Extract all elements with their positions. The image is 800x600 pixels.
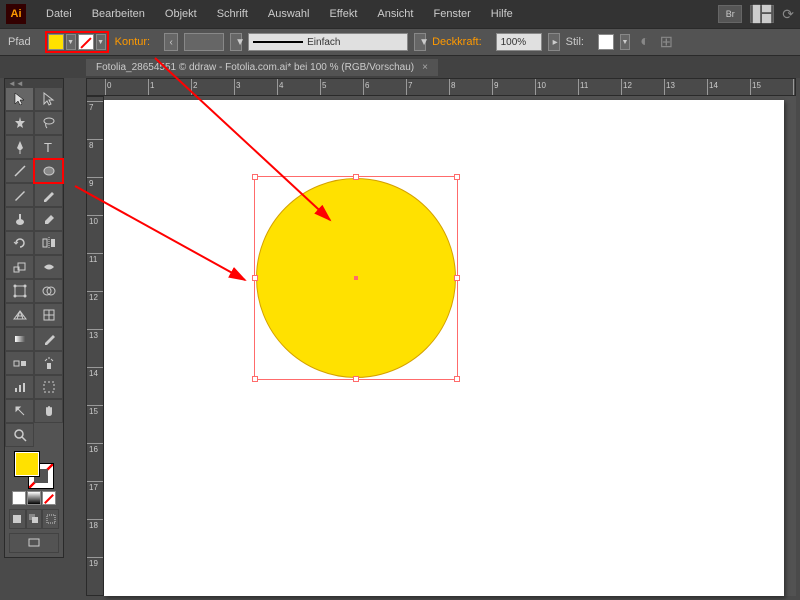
pencil-tool[interactable] (34, 183, 63, 207)
style-swatch[interactable] (598, 34, 614, 50)
stroke-preview-icon (253, 41, 303, 43)
opacity-field[interactable]: 100% (496, 33, 542, 51)
menu-datei[interactable]: Datei (38, 4, 80, 24)
type-tool[interactable]: T (34, 135, 63, 159)
pen-tool[interactable] (5, 135, 34, 159)
color-block (5, 447, 63, 557)
artboard-tool[interactable] (34, 375, 63, 399)
selection-bounding-box[interactable] (254, 176, 458, 380)
menu-auswahl[interactable]: Auswahl (260, 4, 318, 24)
gradient-tool[interactable] (5, 327, 34, 351)
eraser-tool[interactable] (34, 207, 63, 231)
line-tool[interactable] (5, 159, 34, 183)
opacity-value: 100% (501, 37, 527, 48)
tab-title: Fotolia_28654551 © ddraw - Fotolia.com.a… (96, 62, 414, 73)
svg-text:T: T (44, 140, 52, 155)
menu-hilfe[interactable]: Hilfe (483, 4, 521, 24)
menubar: Ai Datei Bearbeiten Objekt Schrift Auswa… (0, 0, 800, 28)
sel-handle-e[interactable] (454, 275, 460, 281)
paintbrush-tool[interactable] (5, 183, 34, 207)
menu-ansicht[interactable]: Ansicht (369, 4, 421, 24)
color-mode-none[interactable] (42, 491, 56, 505)
menu-objekt[interactable]: Objekt (157, 4, 205, 24)
sel-handle-w[interactable] (252, 275, 258, 281)
drawing-mode-normal[interactable] (9, 509, 26, 529)
bridge-icon[interactable]: Br (718, 5, 742, 23)
color-mode-solid[interactable] (12, 491, 26, 505)
slice-tool[interactable] (5, 399, 34, 423)
sel-handle-s[interactable] (353, 376, 359, 382)
perspective-grid-tool[interactable] (5, 303, 34, 327)
ellipse-tool[interactable] (34, 159, 63, 183)
stroke-swatch-none[interactable] (78, 34, 94, 50)
fill-stroke-group-highlighted: ▼ ▼ (45, 31, 109, 53)
hand-tool[interactable] (34, 399, 63, 423)
sel-handle-nw[interactable] (252, 174, 258, 180)
direct-selection-tool[interactable] (34, 87, 63, 111)
document-tab[interactable]: Fotolia_28654551 © ddraw - Fotolia.com.a… (86, 59, 438, 76)
menu-right-group: Br ⟳ (718, 5, 794, 23)
panel-grip[interactable]: ◄◄ (5, 79, 63, 87)
column-graph-tool[interactable] (5, 375, 34, 399)
stil-label: Stil: (566, 36, 584, 48)
selection-mode-label: Pfad (8, 36, 31, 48)
free-transform-tool[interactable] (5, 279, 34, 303)
symbol-sprayer-tool[interactable] (34, 351, 63, 375)
mesh-tool[interactable] (34, 303, 63, 327)
ruler-vertical[interactable]: 7891011121314151617181920 (86, 96, 104, 596)
magic-wand-tool[interactable] (5, 111, 34, 135)
zoom-tool[interactable] (5, 423, 34, 447)
menu-effekt[interactable]: Effekt (321, 4, 365, 24)
fill-dropdown-icon[interactable]: ▼ (66, 34, 76, 50)
rotate-tool[interactable] (5, 231, 34, 255)
ruler-horizontal[interactable]: 012345678910111213141516 (86, 78, 796, 96)
stroke-weight-stepper[interactable]: ‹ (164, 33, 178, 51)
drawing-mode-inside[interactable] (42, 509, 59, 529)
document-tabbar: Fotolia_28654551 © ddraw - Fotolia.com.a… (0, 56, 800, 78)
drawing-mode-behind[interactable] (26, 509, 43, 529)
shape-builder-tool[interactable] (34, 279, 63, 303)
selection-center-icon (354, 276, 358, 280)
stroke-weight-dd[interactable]: ▼ (230, 33, 242, 51)
style-dd[interactable]: ▼ (620, 34, 630, 50)
sel-handle-n[interactable] (353, 174, 359, 180)
sync-icon[interactable]: ⟳ (782, 6, 794, 23)
control-bar: Pfad ▼ ▼ Kontur: ‹ ▼ Einfach ▼ Deckkraft… (0, 28, 800, 56)
fill-indicator[interactable] (14, 451, 40, 477)
color-mode-gradient[interactable] (27, 491, 41, 505)
arrange-docs-icon[interactable] (750, 5, 774, 23)
sel-handle-ne[interactable] (454, 174, 460, 180)
blend-tool[interactable] (5, 351, 34, 375)
eyedropper-tool[interactable] (34, 327, 63, 351)
opacity-label: Deckkraft: (432, 36, 482, 48)
sel-handle-sw[interactable] (252, 376, 258, 382)
stroke-profile-label: Einfach (307, 37, 340, 48)
screen-mode[interactable] (9, 533, 59, 553)
fill-swatch[interactable] (48, 34, 64, 50)
artboard[interactable] (104, 100, 784, 596)
width-tool[interactable] (34, 255, 63, 279)
stroke-profile-dd[interactable]: ▼ (414, 33, 426, 51)
menu-bearbeiten[interactable]: Bearbeiten (84, 4, 153, 24)
menu-schrift[interactable]: Schrift (209, 4, 256, 24)
fill-stroke-indicator[interactable] (14, 451, 54, 489)
stroke-weight-field[interactable] (184, 33, 224, 51)
app-logo-icon: Ai (6, 4, 26, 24)
lasso-tool[interactable] (34, 111, 63, 135)
blob-brush-tool[interactable] (5, 207, 34, 231)
opacity-dd[interactable]: ▸ (548, 33, 560, 51)
recolor-icon[interactable]: ◐ (640, 33, 650, 51)
tab-close-icon[interactable]: × (422, 62, 428, 73)
stroke-dropdown-icon[interactable]: ▼ (96, 34, 106, 50)
scale-tool[interactable] (5, 255, 34, 279)
stroke-profile-field[interactable]: Einfach (248, 33, 408, 51)
tool-panel: ◄◄ T (4, 78, 64, 558)
sel-handle-se[interactable] (454, 376, 460, 382)
canvas-area[interactable] (104, 96, 796, 596)
kontur-label: Kontur: (115, 36, 150, 48)
reflect-tool[interactable] (34, 231, 63, 255)
selection-tool[interactable] (5, 87, 34, 111)
menu-fenster[interactable]: Fenster (425, 4, 478, 24)
prefs-icon[interactable]: ⊞ (660, 32, 673, 52)
